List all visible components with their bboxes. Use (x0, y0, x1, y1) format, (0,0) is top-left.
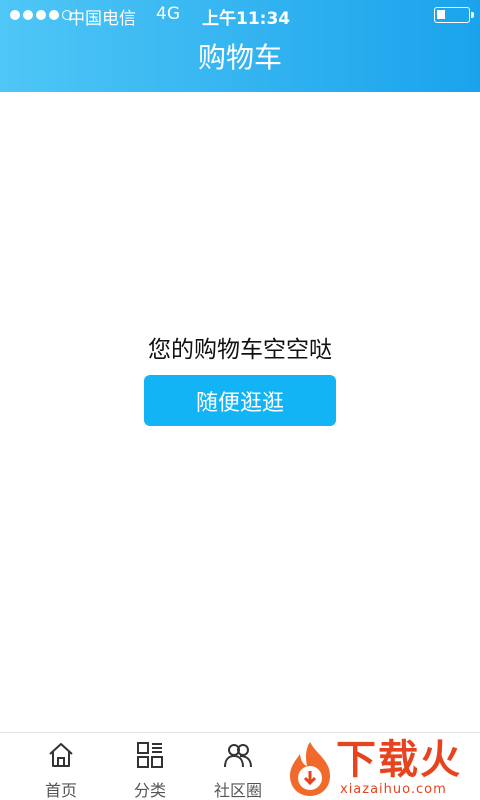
watermark-text: 下载火 (336, 737, 462, 783)
browse-button[interactable]: 随便逛逛 (144, 375, 336, 426)
empty-cart-message: 您的购物车空空哒 (148, 337, 332, 363)
status-bar: 中国电信 4G 上午11:34 (0, 0, 480, 30)
community-icon (224, 744, 252, 768)
flame-logo-icon (290, 742, 330, 796)
tab-category[interactable]: 分类 (110, 733, 190, 800)
tab-category-label: 分类 (133, 781, 166, 800)
battery-icon (434, 7, 474, 23)
watermark: 下载火 xiazaihuo.com (280, 738, 480, 800)
tab-community[interactable]: 社区圈 (198, 733, 278, 800)
home-icon (49, 743, 73, 767)
status-time: 上午11:34 (202, 9, 291, 29)
header-bar: 中国电信 4G 上午11:34 购物车 (0, 0, 480, 92)
tab-home-label: 首页 (44, 781, 77, 800)
tab-community-label: 社区圈 (213, 781, 262, 800)
watermark-url: xiazaihuo.com (340, 782, 447, 797)
network-type: 4G (156, 4, 180, 24)
carrier-name: 中国电信 (68, 9, 136, 29)
category-grid-icon (137, 742, 163, 768)
tab-home[interactable]: 首页 (21, 733, 101, 800)
page-title: 购物车 (197, 41, 282, 74)
signal-strength-icon (10, 10, 72, 20)
